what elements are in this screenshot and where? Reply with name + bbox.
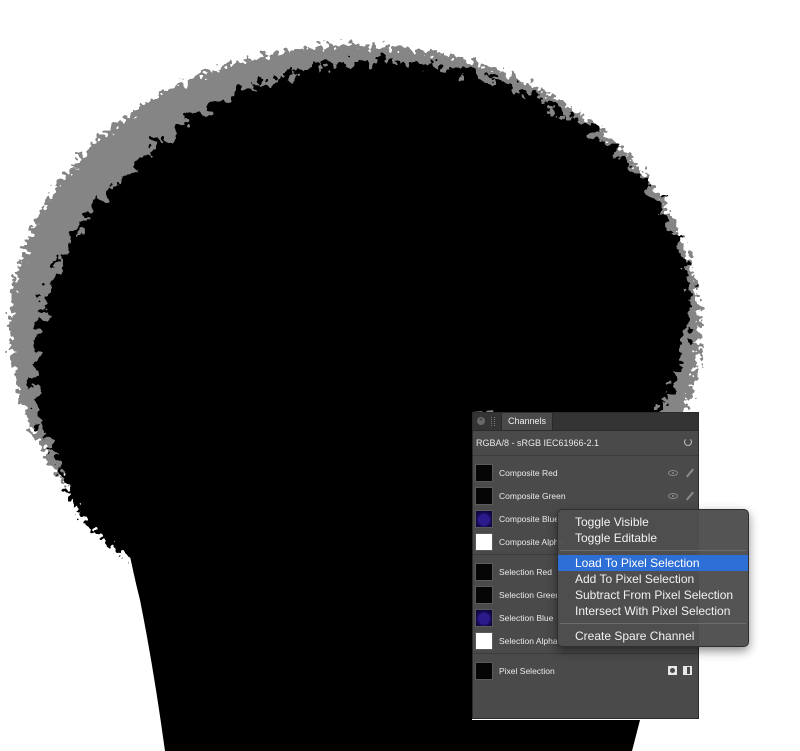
channel-thumbnail [475,510,493,528]
pixel-selection-actions [664,666,692,676]
channel-thumbnail [475,533,493,551]
channel-context-menu: Toggle Visible Toggle Editable Load To P… [557,509,749,647]
menu-item-subtract-from-pixel-selection[interactable]: Subtract From Pixel Selection [558,587,748,603]
color-format-label: RGBA/8 - sRGB IEC61966-2.1 [476,438,600,448]
channel-thumbnail [475,632,493,650]
channel-thumbnail [475,464,493,482]
panel-tab-bar: × Channels [473,413,698,431]
channel-thumbnail [475,487,493,505]
tab-channels[interactable]: Channels [501,413,554,430]
channel-label: Composite Green [499,491,566,501]
channel-thumbnail [475,609,493,627]
invert-icon[interactable] [683,666,692,675]
close-icon[interactable]: × [477,417,485,425]
channel-label: Selection Green [499,590,560,600]
pencil-icon[interactable] [686,491,694,501]
menu-item-toggle-editable[interactable]: Toggle Editable [558,530,748,546]
channel-row-pixel-selection[interactable]: Pixel Selection [473,660,698,683]
menu-separator [560,623,746,624]
channel-thumbnail [475,662,493,680]
refresh-icon[interactable] [684,438,692,446]
eye-icon[interactable] [668,493,678,499]
channel-label: Pixel Selection [499,666,555,676]
drag-handle-icon[interactable] [491,417,495,426]
menu-item-toggle-visible[interactable]: Toggle Visible [558,514,748,530]
menu-item-add-to-pixel-selection[interactable]: Add To Pixel Selection [558,571,748,587]
color-format-row: RGBA/8 - sRGB IEC61966-2.1 [473,431,698,456]
channel-label: Composite Red [499,468,558,478]
channel-label: Selection Red [499,567,552,577]
channel-label: Selection Blue [499,613,554,623]
channel-label: Composite Alpha [499,537,564,547]
menu-item-create-spare-channel[interactable]: Create Spare Channel [558,628,748,644]
eye-icon[interactable] [668,470,678,476]
menu-item-load-to-pixel-selection[interactable]: Load To Pixel Selection [558,555,748,571]
menu-item-intersect-with-pixel-selection[interactable]: Intersect With Pixel Selection [558,603,748,619]
channel-label: Selection Alpha [499,636,558,646]
channel-row-composite-green[interactable]: Composite Green [473,485,698,508]
pencil-icon[interactable] [686,468,694,478]
channel-label: Composite Blue [499,514,560,524]
mask-icon[interactable] [667,666,677,675]
menu-separator [560,550,746,551]
channel-thumbnail [475,563,493,581]
channel-thumbnail [475,586,493,604]
channel-row-composite-red[interactable]: Composite Red [473,462,698,485]
